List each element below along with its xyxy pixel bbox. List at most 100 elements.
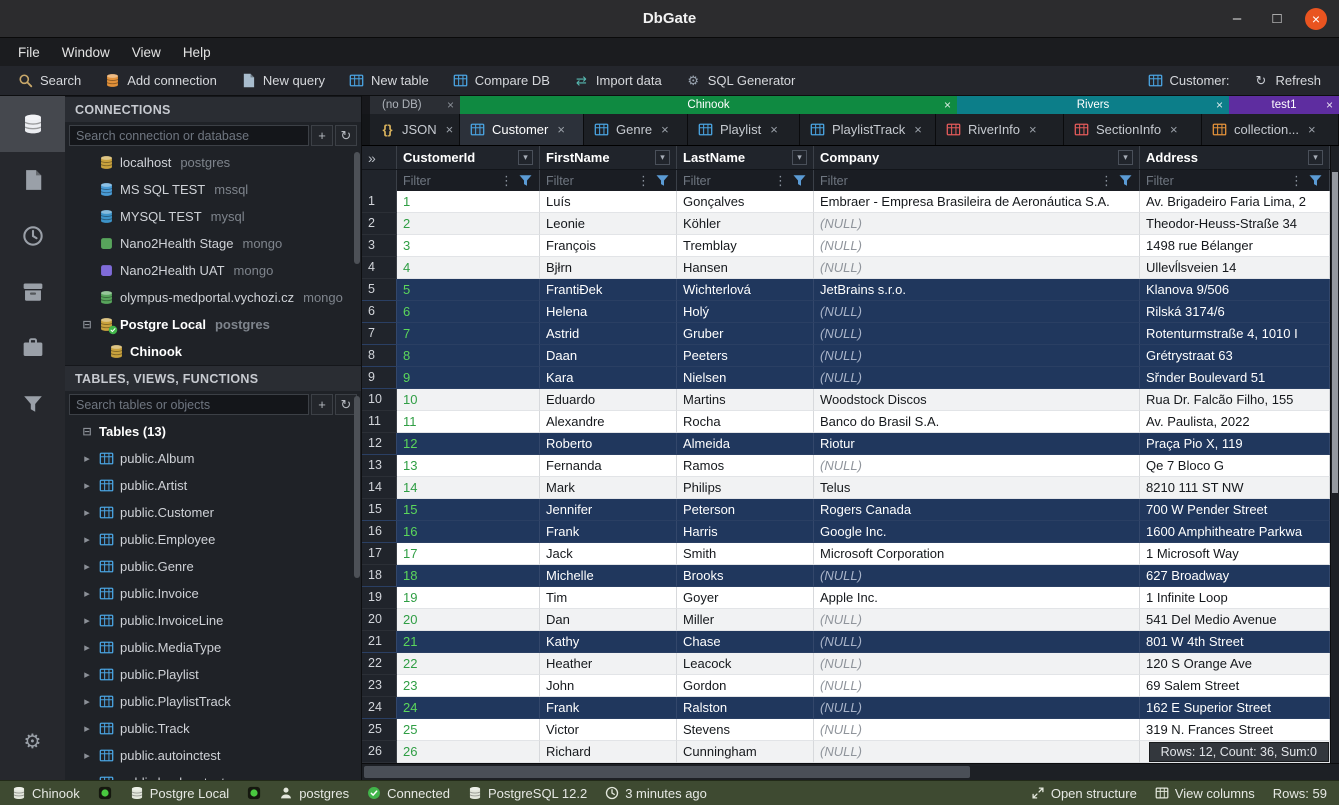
grid-cell[interactable]: Google Inc.: [814, 521, 1140, 543]
menu-file[interactable]: File: [8, 42, 50, 63]
minimize-button[interactable]: –: [1225, 7, 1249, 31]
tables-scrollbar[interactable]: [354, 396, 360, 578]
menu-view[interactable]: View: [122, 42, 171, 63]
tables-search-input[interactable]: [69, 394, 309, 415]
table-item-public-employee[interactable]: ▸public.Employee: [65, 526, 361, 553]
tab-playlist[interactable]: Playlist×: [688, 114, 800, 145]
connection-postgre-local[interactable]: ⊟Postgre Localpostgres: [65, 311, 361, 338]
grid-cell[interactable]: 17: [397, 543, 540, 565]
grid-cell[interactable]: Richard: [540, 741, 677, 763]
toolbar-customer-button[interactable]: Customer:: [1136, 66, 1242, 95]
grid-cell[interactable]: 4: [397, 257, 540, 279]
chevron-right-icon[interactable]: ▸: [81, 479, 93, 492]
expand-all-button[interactable]: »: [362, 146, 397, 169]
menu-dots-icon[interactable]: ⋮: [773, 173, 788, 188]
grid-cell[interactable]: 18: [397, 565, 540, 587]
status-postgres[interactable]: postgres: [279, 786, 349, 801]
connection-nano2health-stage[interactable]: Nano2Health Stagemongo: [65, 230, 361, 257]
add-connection-plus-button[interactable]: +: [311, 125, 333, 146]
grid-cell[interactable]: Smith: [677, 543, 814, 565]
grid-cell[interactable]: Daan: [540, 345, 677, 367]
tab-group-rivers[interactable]: Rivers×: [957, 96, 1229, 114]
grid-cell[interactable]: 20: [397, 609, 540, 631]
filter-funnel-icon[interactable]: [1308, 173, 1323, 188]
status-chinook[interactable]: Chinook: [12, 786, 80, 801]
grid-cell[interactable]: 69 Salem Street: [1140, 675, 1330, 697]
grid-cell[interactable]: Telus: [814, 477, 1140, 499]
grid-cell[interactable]: (NULL): [814, 697, 1140, 719]
close-icon[interactable]: ×: [1308, 122, 1316, 137]
grid-cell[interactable]: Michelle: [540, 565, 677, 587]
grid-cell[interactable]: Cunningham: [677, 741, 814, 763]
grid-cell[interactable]: Praça Pio X, 119: [1140, 433, 1330, 455]
nav-history[interactable]: [0, 208, 65, 264]
grid-cell[interactable]: (NULL): [814, 257, 1140, 279]
close-icon[interactable]: ×: [557, 122, 565, 137]
connection-olympus-medportal-vychozi-cz[interactable]: olympus-medportal.vychozi.czmongo: [65, 284, 361, 311]
table-row[interactable]: 2222HeatherLeacock(NULL)120 S Orange Ave: [362, 653, 1330, 675]
chevron-right-icon[interactable]: ▸: [81, 533, 93, 546]
horizontal-scrollbar-thumb[interactable]: [364, 766, 970, 778]
table-row[interactable]: 11LuísGonçalvesEmbraer - Empresa Brasile…: [362, 191, 1330, 213]
grid-cell[interactable]: Wichterlová: [677, 279, 814, 301]
grid-cell[interactable]: 13: [397, 455, 540, 477]
table-row[interactable]: 1212RobertoAlmeidaRioturPraça Pio X, 119: [362, 433, 1330, 455]
grid-cell[interactable]: 16: [397, 521, 540, 543]
grid-cell[interactable]: Gordon: [677, 675, 814, 697]
grid-cell[interactable]: Peterson: [677, 499, 814, 521]
grid-cell[interactable]: 541 Del Medio Avenue: [1140, 609, 1330, 631]
table-row[interactable]: 2525VictorStevens(NULL)319 N. Frances St…: [362, 719, 1330, 741]
chevron-down-icon[interactable]: ▾: [655, 150, 670, 165]
column-header-company[interactable]: Company▾: [814, 146, 1140, 169]
status-led-icon[interactable]: [247, 786, 261, 800]
chevron-right-icon[interactable]: ▸: [81, 776, 93, 780]
grid-cell[interactable]: Rocha: [677, 411, 814, 433]
grid-cell[interactable]: 1498 rue Bélanger: [1140, 235, 1330, 257]
nav-filter[interactable]: [0, 376, 65, 432]
grid-cell[interactable]: Rilská 3174/6: [1140, 301, 1330, 323]
grid-cell[interactable]: Frank: [540, 521, 677, 543]
tab-group-chinook[interactable]: Chinook×: [460, 96, 957, 114]
close-icon[interactable]: ×: [1029, 122, 1037, 137]
table-item-public-booleantest[interactable]: ▸public.booleantest: [65, 769, 361, 780]
grid-cell[interactable]: 23: [397, 675, 540, 697]
grid-cell[interactable]: Microsoft Corporation: [814, 543, 1140, 565]
tab-riverinfo[interactable]: RiverInfo×: [936, 114, 1064, 145]
column-header-customerid[interactable]: CustomerId▾: [397, 146, 540, 169]
grid-cell[interactable]: Ullevĺlsveien 14: [1140, 257, 1330, 279]
grid-cell[interactable]: 700 W Pender Street: [1140, 499, 1330, 521]
chevron-right-icon[interactable]: ▸: [81, 722, 93, 735]
grid-cell[interactable]: Leacock: [677, 653, 814, 675]
close-icon[interactable]: ×: [1170, 122, 1178, 137]
grid-cell[interactable]: Dan: [540, 609, 677, 631]
grid-cell[interactable]: Chase: [677, 631, 814, 653]
status-postgresql-12-2[interactable]: PostgreSQL 12.2: [468, 786, 587, 801]
grid-cell[interactable]: (NULL): [814, 455, 1140, 477]
table-row[interactable]: 1818MichelleBrooks(NULL)627 Broadway: [362, 565, 1330, 587]
toolbar-import-data-button[interactable]: ⇄Import data: [562, 66, 674, 95]
collapse-icon[interactable]: ⊟: [81, 425, 93, 438]
table-item-public-track[interactable]: ▸public.Track: [65, 715, 361, 742]
grid-cell[interactable]: Jack: [540, 543, 677, 565]
grid-cell[interactable]: Klanova 9/506: [1140, 279, 1330, 301]
grid-cell[interactable]: Woodstock Discos: [814, 389, 1140, 411]
table-item-public-invoice[interactable]: ▸public.Invoice: [65, 580, 361, 607]
grid-cell[interactable]: Helena: [540, 301, 677, 323]
menu-window[interactable]: Window: [52, 42, 120, 63]
connections-search-input[interactable]: [69, 125, 309, 146]
grid-cell[interactable]: 19: [397, 587, 540, 609]
grid-cell[interactable]: Miller: [677, 609, 814, 631]
tab-customer[interactable]: Customer×: [460, 114, 584, 145]
maximize-button[interactable]: □: [1265, 7, 1289, 31]
menu-dots-icon[interactable]: ⋮: [1099, 173, 1114, 188]
tab-sectioninfo[interactable]: SectionInfo×: [1064, 114, 1202, 145]
grid-cell[interactable]: (NULL): [814, 653, 1140, 675]
grid-cell[interactable]: 21: [397, 631, 540, 653]
grid-cell[interactable]: 3: [397, 235, 540, 257]
grid-cell[interactable]: Ralston: [677, 697, 814, 719]
grid-cell[interactable]: 1600 Amphitheatre Parkwa: [1140, 521, 1330, 543]
grid-cell[interactable]: Riotur: [814, 433, 1140, 455]
horizontal-scrollbar[interactable]: [362, 763, 1339, 780]
table-row[interactable]: 1515JenniferPetersonRogers Canada700 W P…: [362, 499, 1330, 521]
grid-cell[interactable]: Mark: [540, 477, 677, 499]
